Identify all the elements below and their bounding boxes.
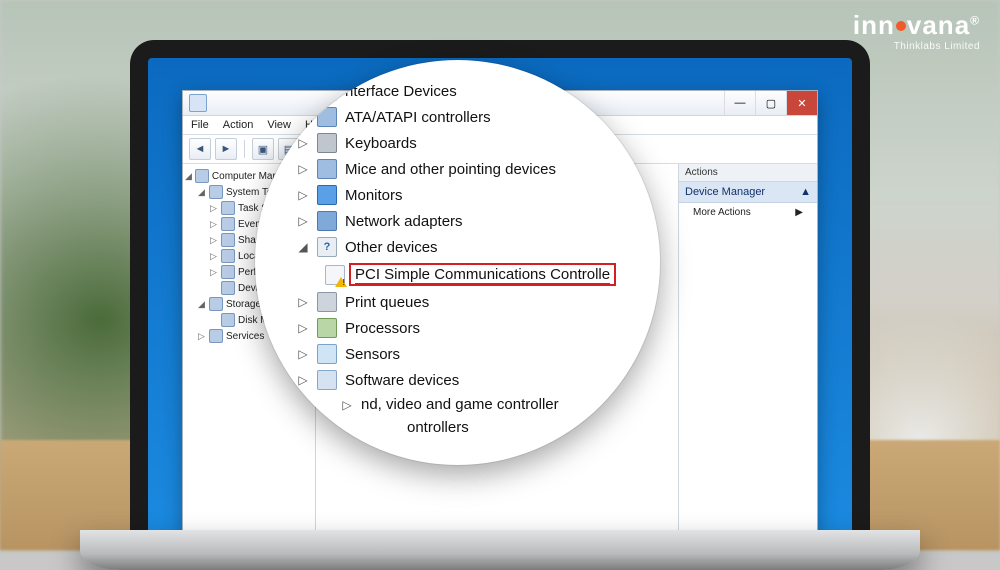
device-label: Sensors [345,346,400,363]
folder-icon [209,185,223,199]
arrow-right-icon: ▶ [795,207,803,218]
warning-icon [325,265,345,285]
services-icon [209,329,223,343]
users-icon [221,249,235,263]
expand-icon[interactable]: ▷ [297,110,309,124]
task-icon [221,201,235,215]
device-category[interactable]: ▷ Processors [297,315,640,341]
chevron-up-icon: ▲ [800,186,811,198]
expand-icon[interactable]: ▷ [297,162,309,176]
expand-icon[interactable]: ▷ [297,84,309,98]
event-icon [221,217,235,231]
app-icon [189,94,207,112]
expand-icon[interactable]: ▷ [297,188,309,202]
device-icon [317,81,337,101]
actions-pane: Actions Device Manager▲ More Actions▶ [679,164,817,539]
device-label: Monitors [345,187,403,204]
device-pci-simple-communications[interactable]: PCI Simple Communications Controlle [297,260,640,289]
maximize-button[interactable]: ▢ [755,91,786,115]
device-label: Software devices [345,372,459,389]
device-category[interactable]: ◢ Other devices [297,234,640,260]
device-label: Other devices [345,239,438,256]
expand-icon[interactable]: ▷ [341,398,353,412]
expand-icon[interactable]: ▷ [297,347,309,361]
device-category[interactable]: ▷ ATA/ATAPI controllers [297,104,640,130]
device-category[interactable]: ▷ nd, video and game controller [297,393,640,416]
close-button[interactable]: ✕ [786,91,817,115]
device-label: Print queues [345,294,429,311]
device-icon [317,133,337,153]
expand-icon[interactable]: ▷ [297,373,309,387]
device-category[interactable]: ▷ Sensors [297,341,640,367]
device-category[interactable]: ▷ Software devices [297,367,640,393]
device-label: Network adapters [345,213,463,230]
device-category[interactable]: ▷ Mice and other pointing devices [297,156,640,182]
device-icon [317,211,337,231]
device-label: ATA/ATAPI controllers [345,109,491,126]
menu-file[interactable]: File [191,119,209,131]
device-label: Keyboards [345,135,417,152]
menu-action[interactable]: Action [223,119,254,131]
device-icon [317,292,337,312]
expand-icon[interactable]: ▷ [297,321,309,335]
device-icon [317,318,337,338]
logo-dot-icon [896,21,906,31]
device-label: ontrollers [407,419,469,436]
expand-icon[interactable]: ◢ [297,240,309,254]
device-tree[interactable]: ▷nterface Devices▷ATA/ATAPI controllers▷… [297,78,640,439]
menu-view[interactable]: View [267,119,291,131]
forward-button[interactable]: ► [215,138,237,160]
devmgr-icon [221,281,235,295]
device-icon [317,344,337,364]
actions-more[interactable]: More Actions▶ [679,203,817,222]
device-category[interactable]: ▷ Print queues [297,289,640,315]
expand-icon[interactable]: ▷ [297,136,309,150]
laptop-base [80,530,920,570]
device-icon [317,185,337,205]
brand-logo: innvana® Thinklabs Limited [853,10,980,52]
device-category[interactable]: ▷ Monitors [297,182,640,208]
device-icon [317,107,337,127]
device-category[interactable]: ▷ nterface Devices [297,78,640,104]
device-icon [317,159,337,179]
device-label: Processors [345,320,420,337]
up-button[interactable]: ▣ [252,138,274,160]
device-label: nd, video and game controller [361,396,559,413]
actions-header: Actions [679,164,817,182]
expand-icon[interactable]: ▷ [297,295,309,309]
device-icon [317,370,337,390]
back-button[interactable]: ◄ [189,138,211,160]
device-category[interactable]: ontrollers [297,416,640,439]
device-label: nterface Devices [345,83,457,100]
share-icon [221,233,235,247]
device-category[interactable]: ▷ Keyboards [297,130,640,156]
actions-item-device-manager[interactable]: Device Manager▲ [679,182,817,203]
storage-icon [209,297,223,311]
expand-icon[interactable]: ▷ [297,214,309,228]
device-category[interactable]: ▷ Network adapters [297,208,640,234]
device-icon [317,237,337,257]
perf-icon [221,265,235,279]
minimize-button[interactable]: — [724,91,755,115]
disk-icon [221,313,235,327]
device-label: Mice and other pointing devices [345,161,556,178]
mmc-icon [195,169,209,183]
magnifier-lens: ▷nterface Devices▷ATA/ATAPI controllers▷… [255,60,660,465]
